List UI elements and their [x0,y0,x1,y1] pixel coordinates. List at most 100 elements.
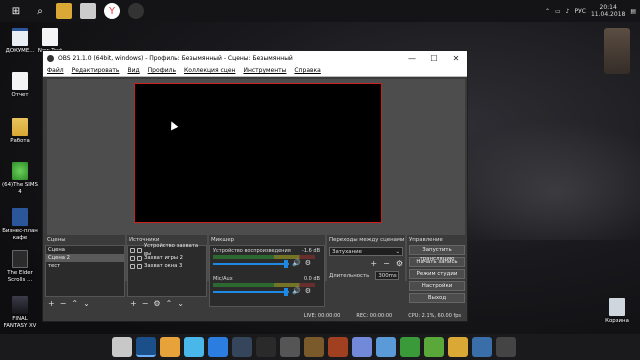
yandex-icon[interactable]: Y [104,3,120,19]
speaker-icon[interactable]: 🔊 [292,287,301,295]
channel-label: Устройство воспроизведения [213,248,291,254]
desktop-icon-business-plan[interactable]: Бизнес-план кафе [0,208,40,241]
volume-slider[interactable] [213,263,289,265]
remove-transition-button[interactable]: − [383,259,390,268]
tray-arrow-icon[interactable]: ⌃ [545,8,550,15]
taskbar-app-utorrent[interactable] [424,337,444,357]
desktop-icon-report[interactable]: Отчет [3,72,37,99]
system-tray: ⌃ ▭ ♪ РУС 20:14 11.04.2018 ▤ [545,0,636,22]
gear-icon[interactable]: ⚙ [153,299,160,308]
taskbar-app-game[interactable] [328,337,348,357]
desktop-icon-document[interactable]: ДОКУМЕ... [3,28,37,55]
desktop-icon-sims[interactable]: (64)The SIMS 4 [0,162,40,195]
taskbar-app-discord[interactable] [352,337,372,357]
taskbar-app-1[interactable] [112,337,132,357]
start-recording-button[interactable]: Начать запись [409,257,465,267]
scene-item[interactable]: Сцена [46,246,124,254]
volume-slider[interactable] [213,291,289,293]
channel-db: 0.0 dB [303,276,320,282]
recycle-bin-icon [609,298,625,316]
menu-view[interactable]: Вид [127,67,139,74]
exit-button[interactable]: Выход [409,293,465,303]
add-transition-button[interactable]: + [370,259,377,268]
taskbar-app-skype[interactable] [184,337,204,357]
menu-tools[interactable]: Инструменты [243,67,286,74]
move-down-icon[interactable]: ⌄ [177,299,184,308]
transition-select[interactable]: Затухание ⌄ [329,247,403,256]
taskbar-app-steam[interactable] [232,337,252,357]
add-scene-button[interactable]: + [48,299,55,308]
move-up-icon[interactable]: ⌃ [166,299,173,308]
minimize-button[interactable]: — [401,54,423,63]
taskbar-app-network[interactable] [376,337,396,357]
studio-mode-button[interactable]: Режим студии [409,269,465,279]
lock-icon[interactable] [136,247,142,253]
obs-title-bar[interactable]: OBS 21.1.0 (64bit, windows) - Профиль: Б… [43,51,467,65]
final-fantasy-icon [12,296,28,314]
start-streaming-button[interactable]: Запустить трансляцию [409,245,465,262]
taskbar-app-teamviewer[interactable] [208,337,228,357]
taskbar-app-epic[interactable] [256,337,276,357]
duration-input[interactable]: 300ms [375,271,400,280]
clock-date: 11.04.2018 [590,11,626,18]
elder-scrolls-icon [12,250,28,268]
menu-edit[interactable]: Редактировать [72,67,120,74]
windows-icon[interactable]: ⊞ [8,3,24,19]
speaker-icon[interactable]: 🔊 [292,259,301,267]
desktop-icon-recycle-bin[interactable]: Корзина [600,298,634,325]
gear-icon[interactable]: ⚙ [396,259,403,268]
settings-button[interactable]: Настройки [409,281,465,291]
notification-icon[interactable]: ▤ [630,8,636,15]
language-indicator[interactable]: РУС [575,8,586,15]
remove-scene-button[interactable]: − [60,299,67,308]
volume-slider-handle[interactable] [284,260,288,268]
mail-icon[interactable] [80,3,96,19]
scene-item-selected[interactable]: Сцена 2 [46,254,124,262]
desktop-icon-final-fantasy[interactable]: FINAL FANTASY XV [0,296,40,329]
taskbar-app-obs[interactable] [496,337,516,357]
move-down-icon[interactable]: ⌄ [83,299,90,308]
volume-icon[interactable]: ♪ [566,8,570,15]
eye-icon[interactable] [130,263,135,269]
source-item[interactable]: Устройство захвата вы [128,243,206,257]
taskbar-app-greenshot[interactable] [400,337,420,357]
add-source-button[interactable]: + [130,299,137,308]
clock[interactable]: 20:14 11.04.2018 [591,4,625,18]
cpu-status: CPU: 2.1%, 60.00 fps [408,313,461,319]
taskbar-app-unity[interactable] [280,337,300,357]
menu-help[interactable]: Справка [294,67,320,74]
source-item[interactable]: Захват окна 3 [128,262,206,270]
search-icon[interactable]: ⌕ [32,3,48,19]
mixer-dock: Микшер Устройство воспроизведения -1.6 d… [209,235,325,309]
desktop-icon-elder-scrolls[interactable]: The Elder Scrolls ... [0,250,40,283]
taskbar-app-minecraft[interactable] [304,337,324,357]
menu-profile[interactable]: Профиль [148,67,176,74]
duration-label: Длительность [329,272,370,279]
obs-window: OBS 21.1.0 (64bit, windows) - Профиль: Б… [42,50,468,322]
preview-canvas[interactable] [134,83,382,223]
volume-slider-handle[interactable] [284,288,288,296]
gear-icon[interactable]: ⚙ [305,287,311,295]
eye-icon[interactable] [130,255,135,261]
move-up-icon[interactable]: ⌃ [71,299,78,308]
remove-source-button[interactable]: − [142,299,149,308]
menu-scene-collection[interactable]: Коллекция сцен [184,67,235,74]
obs-icon[interactable] [128,3,144,19]
lock-icon[interactable] [137,263,142,269]
scene-item[interactable]: тест [46,262,124,270]
taskbar-app-chrome[interactable] [160,337,180,357]
taskbar-app-visual-studio[interactable] [136,337,156,357]
lock-icon[interactable] [137,255,142,261]
window-title: OBS 21.1.0 (64bit, windows) - Профиль: Б… [58,54,293,62]
menu-file[interactable]: Файл [47,67,64,74]
maximize-button[interactable]: ☐ [423,54,445,63]
taskbar-app-app[interactable] [472,337,492,357]
folder-icon[interactable] [56,3,72,19]
clock-time: 20:14 [599,4,617,11]
close-button[interactable]: ✕ [445,54,467,63]
desktop-icon-work[interactable]: Работа [3,118,37,145]
eye-icon[interactable] [130,247,135,253]
network-icon[interactable]: ▭ [555,8,561,15]
gear-icon[interactable]: ⚙ [305,259,311,267]
taskbar-app-folder[interactable] [448,337,468,357]
